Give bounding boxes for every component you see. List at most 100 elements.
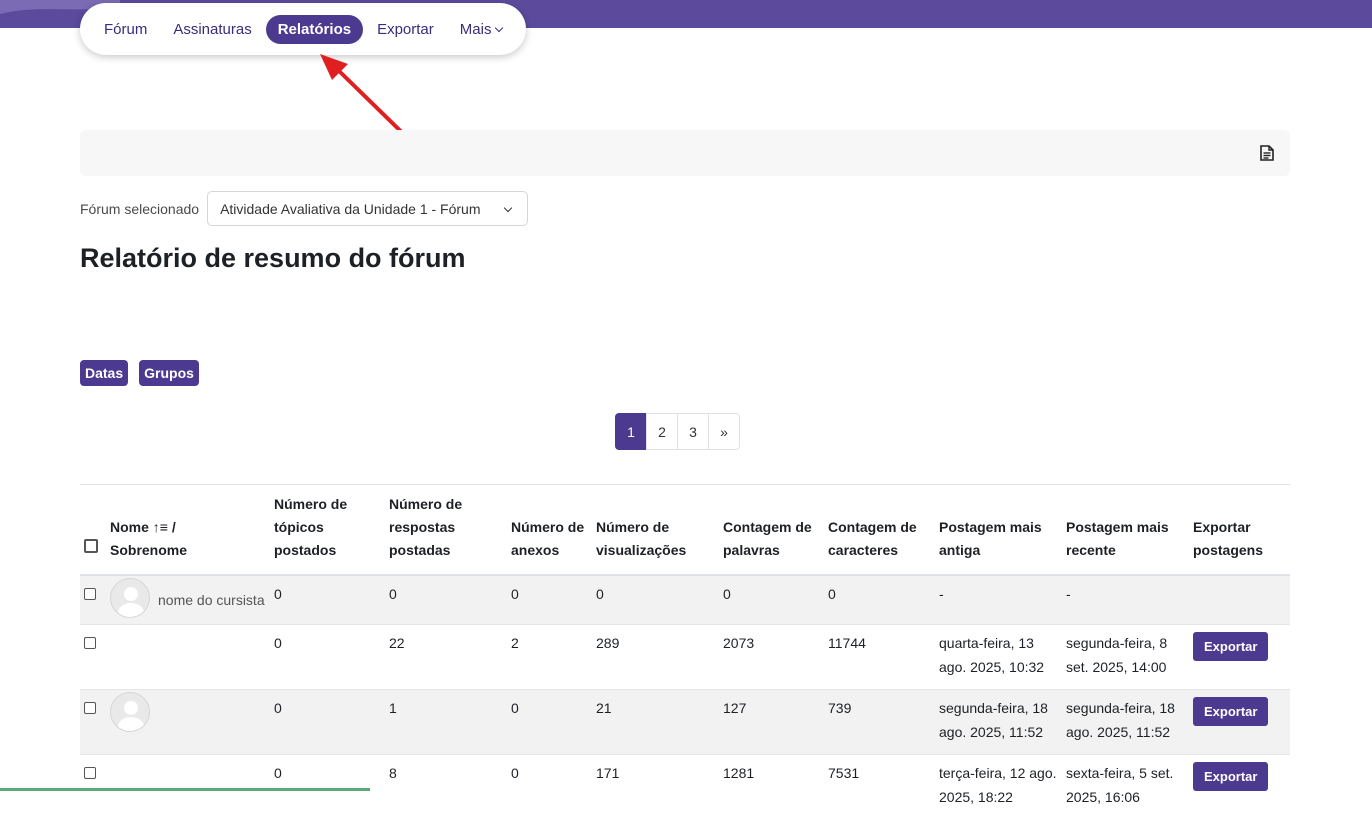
words-cell: 127	[719, 690, 824, 755]
filter-buttons: Datas Grupos	[80, 360, 210, 386]
topics-cell: 0	[270, 755, 385, 815]
earliest-post-cell: segunda-feira, 18 ago. 2025, 11:52	[935, 690, 1062, 755]
chevron-down-icon	[504, 204, 512, 212]
attachments-cell: 0	[507, 755, 592, 815]
page-3-link[interactable]: 3	[677, 413, 709, 450]
topics-cell: 0	[270, 575, 385, 625]
name-cell	[106, 755, 270, 815]
row-checkbox[interactable]	[84, 767, 96, 779]
column-header-words[interactable]: Contagem de palavras	[719, 485, 824, 576]
row-select-cell	[80, 690, 106, 755]
export-cell: Exportar	[1189, 690, 1290, 755]
name-header-first[interactable]: Nome	[110, 519, 149, 535]
words-cell: 1281	[719, 755, 824, 815]
forum-secondary-navigation: Fórum Assinaturas Relatórios Exportar Ma…	[80, 3, 526, 55]
views-cell: 21	[592, 690, 719, 755]
earliest-post-cell: -	[935, 575, 1062, 625]
nav-item-exportar[interactable]: Exportar	[365, 15, 446, 44]
table-header-row: Nome ↑≡ / Sobrenome Número de tópicos po…	[80, 485, 1290, 576]
forum-selector-dropdown[interactable]: Atividade Avaliativa da Unidade 1 - Fóru…	[207, 191, 528, 226]
name-cell: nome do cursista	[106, 575, 270, 625]
attachments-cell: 0	[507, 690, 592, 755]
replies-cell: 22	[385, 625, 507, 690]
row-checkbox[interactable]	[84, 702, 96, 714]
views-cell: 289	[592, 625, 719, 690]
name-header-last[interactable]: Sobrenome	[110, 542, 187, 558]
column-header-latest[interactable]: Postagem mais recente	[1062, 485, 1189, 576]
export-cell: Exportar	[1189, 755, 1290, 815]
table-row: 0 1 0 21 127 739 segunda-feira, 18 ago. …	[80, 690, 1290, 755]
views-cell: 0	[592, 575, 719, 625]
earliest-post-cell: terça-feira, 12 ago. 2025, 18:22	[935, 755, 1062, 815]
row-checkbox[interactable]	[84, 588, 96, 600]
earliest-post-cell: quarta-feira, 13 ago. 2025, 10:32	[935, 625, 1062, 690]
user-avatar-icon	[110, 692, 150, 732]
select-all-checkbox[interactable]	[84, 539, 98, 553]
next-page-link[interactable]: »	[708, 413, 740, 450]
page-2-link[interactable]: 2	[646, 413, 678, 450]
filter-groups-button[interactable]: Grupos	[139, 360, 199, 386]
chars-cell: 7531	[824, 755, 935, 815]
nav-item-mais-label: Mais	[460, 21, 492, 38]
user-avatar-icon	[110, 578, 150, 618]
words-cell: 0	[719, 575, 824, 625]
row-select-cell	[80, 625, 106, 690]
topics-cell: 0	[270, 690, 385, 755]
words-cell: 2073	[719, 625, 824, 690]
export-posts-button[interactable]: Exportar	[1193, 697, 1268, 726]
table-row: 0 8 0 171 1281 7531 terça-feira, 12 ago.…	[80, 755, 1290, 815]
column-header-earliest[interactable]: Postagem mais antiga	[935, 485, 1062, 576]
column-header-views[interactable]: Número de visualizações	[592, 485, 719, 576]
page-title: Relatório de resumo do fórum	[80, 243, 466, 274]
table-row: 0 22 2 289 2073 11744 quarta-feira, 13 a…	[80, 625, 1290, 690]
export-posts-button[interactable]: Exportar	[1193, 762, 1268, 791]
forum-selector-value: Atividade Avaliativa da Unidade 1 - Fóru…	[220, 201, 480, 217]
column-header-replies[interactable]: Número de respostas postadas	[385, 485, 507, 576]
attachments-cell: 2	[507, 625, 592, 690]
chevron-down-icon	[495, 23, 503, 31]
nav-item-mais[interactable]: Mais	[448, 15, 515, 44]
replies-cell: 1	[385, 690, 507, 755]
column-header-name[interactable]: Nome ↑≡ / Sobrenome	[106, 485, 270, 576]
row-checkbox[interactable]	[84, 637, 96, 649]
chars-cell: 0	[824, 575, 935, 625]
replies-cell: 0	[385, 575, 507, 625]
user-name-link[interactable]: nome do cursista	[158, 588, 265, 612]
row-select-cell	[80, 575, 106, 625]
export-posts-button[interactable]: Exportar	[1193, 632, 1268, 661]
document-icon[interactable]	[1260, 145, 1274, 161]
table-row: nome do cursista 0 0 0 0 0 0 - -	[80, 575, 1290, 625]
forum-summary-table: Nome ↑≡ / Sobrenome Número de tópicos po…	[80, 484, 1290, 815]
column-header-attachments[interactable]: Número de anexos	[507, 485, 592, 576]
row-select-cell	[80, 755, 106, 815]
page-1-link[interactable]: 1	[615, 413, 647, 450]
column-header-chars[interactable]: Contagem de caracteres	[824, 485, 935, 576]
forum-selector-label: Fórum selecionado	[80, 201, 199, 217]
export-cell	[1189, 575, 1290, 625]
select-all-header	[80, 485, 106, 576]
chars-cell: 11744	[824, 625, 935, 690]
sort-ascending-icon[interactable]: ↑≡	[153, 519, 168, 535]
name-cell	[106, 690, 270, 755]
chars-cell: 739	[824, 690, 935, 755]
latest-post-cell: segunda-feira, 18 ago. 2025, 11:52	[1062, 690, 1189, 755]
export-cell: Exportar	[1189, 625, 1290, 690]
nav-item-assinaturas[interactable]: Assinaturas	[161, 15, 263, 44]
latest-post-cell: sexta-feira, 5 set. 2025, 16:06	[1062, 755, 1189, 815]
column-header-topics[interactable]: Número de tópicos postados	[270, 485, 385, 576]
nav-item-relatorios[interactable]: Relatórios	[266, 15, 363, 44]
attachments-cell: 0	[507, 575, 592, 625]
latest-post-cell: -	[1062, 575, 1189, 625]
views-cell: 171	[592, 755, 719, 815]
report-action-bar	[80, 130, 1290, 176]
name-header-separator: /	[172, 519, 176, 535]
pagination: 1 2 3 »	[616, 413, 740, 450]
replies-cell: 8	[385, 755, 507, 815]
nav-item-forum[interactable]: Fórum	[92, 15, 159, 44]
forum-selector-row: Fórum selecionado Atividade Avaliativa d…	[80, 191, 528, 226]
topics-cell: 0	[270, 625, 385, 690]
filter-dates-button[interactable]: Datas	[80, 360, 128, 386]
latest-post-cell: segunda-feira, 8 set. 2025, 14:00	[1062, 625, 1189, 690]
column-header-export: Exportar postagens	[1189, 485, 1290, 576]
name-cell	[106, 625, 270, 690]
